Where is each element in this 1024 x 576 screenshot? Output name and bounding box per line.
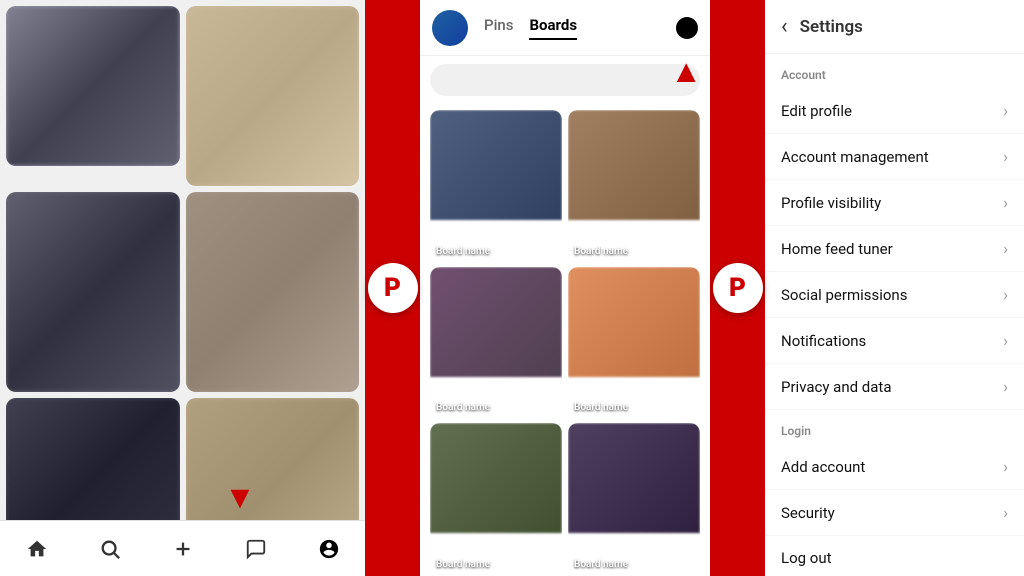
down-arrow-indicator: ▼: [224, 478, 256, 516]
settings-panel: ‹ Settings Account Edit profile › Accoun…: [765, 0, 1024, 576]
pinterest-logo-right: P: [713, 263, 763, 313]
board-label: Board name: [436, 246, 490, 257]
chevron-right-icon: ›: [1003, 239, 1008, 258]
settings-item-home-feed-tuner[interactable]: Home feed tuner ›: [765, 226, 1024, 272]
settings-item-notifications[interactable]: Notifications ›: [765, 318, 1024, 364]
feed-item[interactable]: [6, 6, 180, 166]
left-red-bar: P: [365, 0, 420, 576]
board-item[interactable]: Board name: [568, 267, 700, 418]
settings-item-profile-visibility[interactable]: Profile visibility ›: [765, 180, 1024, 226]
board-label: Board name: [436, 559, 490, 570]
section-label-account: Account: [765, 54, 1024, 88]
feed-grid: [0, 0, 365, 520]
board-label: Board name: [574, 559, 628, 570]
settings-header: ‹ Settings: [765, 0, 1024, 54]
profile-nav-icon[interactable]: [315, 535, 343, 563]
section-label-login: Login: [765, 410, 1024, 444]
tab-pins[interactable]: Pins: [484, 16, 513, 40]
settings-item-text: Edit profile: [781, 102, 852, 120]
settings-item-text: Profile visibility: [781, 194, 881, 212]
settings-item-social-permissions[interactable]: Social permissions ›: [765, 272, 1024, 318]
boards-grid: Board name Board name Board name Board n…: [420, 104, 710, 576]
settings-item-text: Home feed tuner: [781, 240, 893, 258]
settings-item-text: Account management: [781, 148, 929, 166]
settings-item-text: Add account: [781, 458, 865, 476]
settings-item-add-account[interactable]: Add account ›: [765, 444, 1024, 490]
chevron-right-icon: ›: [1003, 503, 1008, 522]
settings-item-text: Security: [781, 504, 835, 522]
board-item[interactable]: Board name: [430, 423, 562, 574]
avatar[interactable]: [432, 10, 468, 46]
messages-nav-icon[interactable]: [242, 535, 270, 563]
add-nav-icon[interactable]: [169, 535, 197, 563]
feed-item[interactable]: [186, 192, 360, 392]
chevron-right-icon: ›: [1003, 193, 1008, 212]
up-arrow-indicator-middle: ▲: [670, 52, 702, 90]
search-nav-icon[interactable]: [96, 535, 124, 563]
chevron-right-icon: ›: [1003, 457, 1008, 476]
tabs-container: Pins Boards: [484, 16, 577, 40]
middle-header: Pins Boards: [420, 0, 710, 56]
settings-content: Account Edit profile › Account managemen…: [765, 54, 1024, 576]
back-button[interactable]: ‹: [781, 14, 788, 39]
settings-item-text: Log out: [781, 549, 832, 567]
settings-item-text: Privacy and data: [781, 378, 892, 396]
settings-item-account-management[interactable]: Account management ›: [765, 134, 1024, 180]
feed-item[interactable]: [186, 398, 360, 520]
chevron-right-icon: ›: [1003, 285, 1008, 304]
board-item[interactable]: Board name: [430, 267, 562, 418]
chevron-right-icon: ›: [1003, 147, 1008, 166]
tab-boards[interactable]: Boards: [529, 16, 577, 40]
board-item[interactable]: Board name: [568, 423, 700, 574]
feed-item[interactable]: [186, 6, 360, 186]
settings-item-edit-profile[interactable]: Edit profile ›: [765, 88, 1024, 134]
middle-panel-boards: Pins Boards ▲ Board name Board name Boar…: [420, 0, 710, 576]
feed-item[interactable]: [6, 398, 180, 520]
bottom-navigation: [0, 520, 365, 576]
right-red-bar: P: [710, 0, 765, 576]
board-label: Board name: [574, 246, 628, 257]
settings-item-security[interactable]: Security ›: [765, 490, 1024, 536]
chevron-right-icon: ›: [1003, 331, 1008, 350]
settings-item-privacy-data[interactable]: Privacy and data ›: [765, 364, 1024, 410]
search-bar[interactable]: [430, 64, 700, 96]
left-feed-panel: ▼: [0, 0, 365, 576]
chevron-right-icon: ›: [1003, 377, 1008, 396]
board-label: Board name: [436, 402, 490, 413]
settings-item-log-out[interactable]: Log out: [765, 536, 1024, 576]
settings-item-text: Social permissions: [781, 286, 907, 304]
home-nav-icon[interactable]: [23, 535, 51, 563]
board-label: Board name: [574, 402, 628, 413]
pinterest-logo-left: P: [368, 263, 418, 313]
board-item[interactable]: Board name: [430, 110, 562, 261]
feed-item[interactable]: [6, 192, 180, 392]
board-item[interactable]: Board name: [568, 110, 700, 261]
settings-item-text: Notifications: [781, 332, 866, 350]
settings-title: Settings: [800, 17, 863, 37]
chevron-right-icon: ›: [1003, 101, 1008, 120]
header-circle-icon[interactable]: [676, 17, 698, 39]
